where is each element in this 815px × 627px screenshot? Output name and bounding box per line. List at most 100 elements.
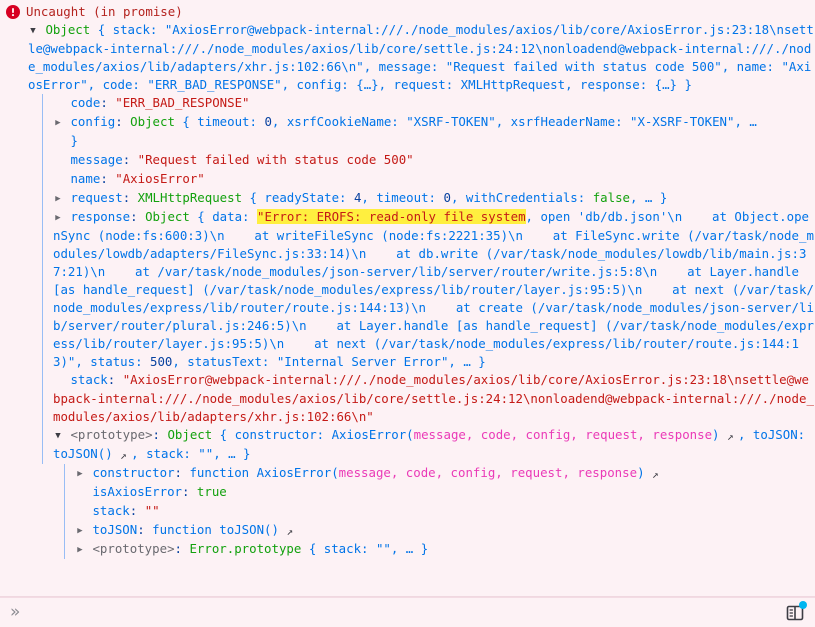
jump-to-definition-icon[interactable]: ↗ [652, 466, 663, 484]
prop-value-code: "ERR_BAD_RESPONSE" [115, 95, 250, 110]
twisty-open-icon[interactable]: ▼ [28, 22, 38, 40]
jump-to-definition-icon[interactable]: ↗ [120, 447, 131, 465]
console-bottom-toolbar[interactable]: » [0, 597, 815, 627]
prototype-ctor-close: ) [712, 427, 720, 442]
prototype-tojson-preview: toJSON() [53, 446, 113, 461]
nested-prototype-label: <prototype> [92, 541, 175, 556]
prop-value-proto-stack: "" [144, 503, 160, 518]
prototype-ctor-name: AxiosError( [331, 427, 414, 442]
prop-class-config: Object [130, 114, 175, 129]
twisty-closed-icon[interactable]: ▶ [53, 190, 63, 208]
prop-class-response: Object [145, 209, 190, 224]
root-object-label: Object [45, 22, 91, 37]
chevron-double-right-icon[interactable]: » [10, 604, 20, 621]
response-data-value: , open 'db/db.json'\n at Object.openSync… [53, 209, 814, 369]
config-preview-b: , xsrfCookieName: [271, 114, 407, 129]
prototype-stack-label: , stack: [131, 446, 199, 461]
tree-row-root[interactable]: ▼ Object { stack: "AxiosError@webpack-in… [6, 21, 815, 94]
config-close-brace: } [70, 133, 78, 148]
tree-row-config-close: } [42, 132, 815, 151]
twisty-closed-icon[interactable]: ▶ [75, 541, 85, 559]
prototype-preview-open: { constructor: [212, 427, 332, 442]
tree-row-message[interactable]: message: "Request failed with status cod… [42, 151, 815, 170]
prop-key-constructor: constructor [92, 465, 175, 480]
notification-dot-badge [799, 600, 807, 609]
config-xsrf-header-value: "X-XSRF-TOKEN" [630, 114, 735, 129]
config-xsrf-cookie-value: "XSRF-TOKEN" [406, 114, 496, 129]
prototype-label: <prototype> [70, 427, 153, 442]
response-status-value: 500 [150, 354, 173, 369]
response-preview-tail: , … } [448, 354, 486, 369]
prop-key-message: message [70, 152, 123, 167]
prototype-after-ctor: , toJSON: [737, 427, 813, 442]
tree-row-nested-prototype[interactable]: ▶ <prototype>: Error.prototype { stack: … [64, 540, 815, 559]
tojson-fn-name: toJSON() [219, 522, 279, 537]
tree-row-isaxioserror[interactable]: isAxiosError: true [64, 483, 815, 502]
twisty-closed-icon[interactable]: ▶ [75, 465, 85, 483]
tree-row-stack[interactable]: stack: "AxiosError@webpack-internal:///.… [42, 371, 815, 426]
prop-value-name: "AxiosError" [115, 171, 205, 186]
twisty-open-icon[interactable]: ▼ [53, 427, 63, 445]
console-error-message[interactable]: Uncaught (in promise) [0, 0, 815, 21]
twisty-closed-icon[interactable]: ▶ [53, 209, 63, 227]
prop-key-config: config [70, 114, 116, 129]
tree-row-constructor[interactable]: ▶ constructor: function AxiosError(messa… [64, 464, 815, 483]
tree-row-config[interactable]: ▶ config: Object { timeout: 0, xsrfCooki… [42, 113, 815, 132]
response-statustext-key: , statusText: [172, 354, 277, 369]
tree-row-response[interactable]: ▶ response: Object { data: "Error: EROFS… [42, 208, 815, 371]
prototype-stack-empty: "" [198, 446, 214, 461]
tree-row-tojson[interactable]: ▶ toJSON: function toJSON() ↗ [64, 521, 815, 540]
request-preview-c: , withCredentials: [450, 190, 593, 205]
split-console-button[interactable] [785, 600, 807, 623]
tree-row-prototype[interactable]: ▼ <prototype>: Object { constructor: Axi… [42, 426, 815, 464]
constructor-fn-name: AxiosError( [256, 465, 339, 480]
twisty-closed-icon[interactable]: ▶ [53, 114, 63, 132]
request-preview-b: , timeout: [361, 190, 444, 205]
error-title: Uncaught (in promise) [26, 4, 183, 19]
tree-row-proto-stack[interactable]: stack: "" [64, 502, 815, 521]
jump-to-definition-icon[interactable]: ↗ [727, 428, 738, 446]
config-timeout-value: 0 [264, 114, 272, 129]
object-inspector-tree[interactable]: ▼ Object { stack: "AxiosError@webpack-in… [0, 21, 815, 559]
prop-key-tojson: toJSON [92, 522, 138, 537]
config-preview-a: { timeout: [174, 114, 265, 129]
prop-value-isaxioserror: true [196, 484, 227, 499]
jump-to-definition-icon[interactable]: ↗ [286, 523, 297, 541]
console-output-panel[interactable]: Uncaught (in promise) ▼ Object { stack: … [0, 0, 815, 597]
prototype-tail: , … } [213, 446, 251, 461]
root-object-preview: { stack: "AxiosError@webpack-internal://… [28, 22, 814, 92]
constructor-fn-close: ) [637, 465, 645, 480]
tree-row-name[interactable]: name: "AxiosError" [42, 170, 815, 189]
config-preview-d: , … [734, 114, 757, 129]
response-preview-open: { data: [189, 209, 257, 224]
twisty-closed-icon[interactable]: ▶ [75, 522, 85, 540]
prop-value-message: "Request failed with status code 500" [137, 152, 414, 167]
prop-key-request: request [70, 190, 123, 205]
constructor-fn-params: message, code, config, request, response [338, 465, 638, 480]
prop-key-proto-stack: stack [92, 503, 130, 518]
tree-row-request[interactable]: ▶ request: XMLHttpRequest { readyState: … [42, 189, 815, 208]
request-timeout-value: 0 [443, 190, 451, 205]
nested-prototype-preview: { stack: [301, 541, 376, 556]
request-withcredentials-value: false [592, 190, 631, 205]
constructor-function-keyword: function [189, 465, 257, 480]
prop-key-response: response [70, 209, 131, 224]
request-preview-a: { readyState: [242, 190, 354, 205]
tree-row-code[interactable]: code: "ERR_BAD_RESPONSE" [42, 94, 815, 113]
prototype-ctor-params: message, code, config, request, response [413, 427, 713, 442]
search-highlight-match: "Error: EROFS: read-only file system [256, 209, 526, 224]
config-preview-c: , xsrfHeaderName: [495, 114, 631, 129]
nested-prototype-class: Error.prototype [189, 541, 302, 556]
prop-key-code: code [70, 95, 101, 110]
response-status-key: , status: [75, 354, 150, 369]
nested-prototype-stack-value: "" [375, 541, 391, 556]
request-preview-d: , … } [630, 190, 668, 205]
error-circle-icon [6, 5, 20, 19]
